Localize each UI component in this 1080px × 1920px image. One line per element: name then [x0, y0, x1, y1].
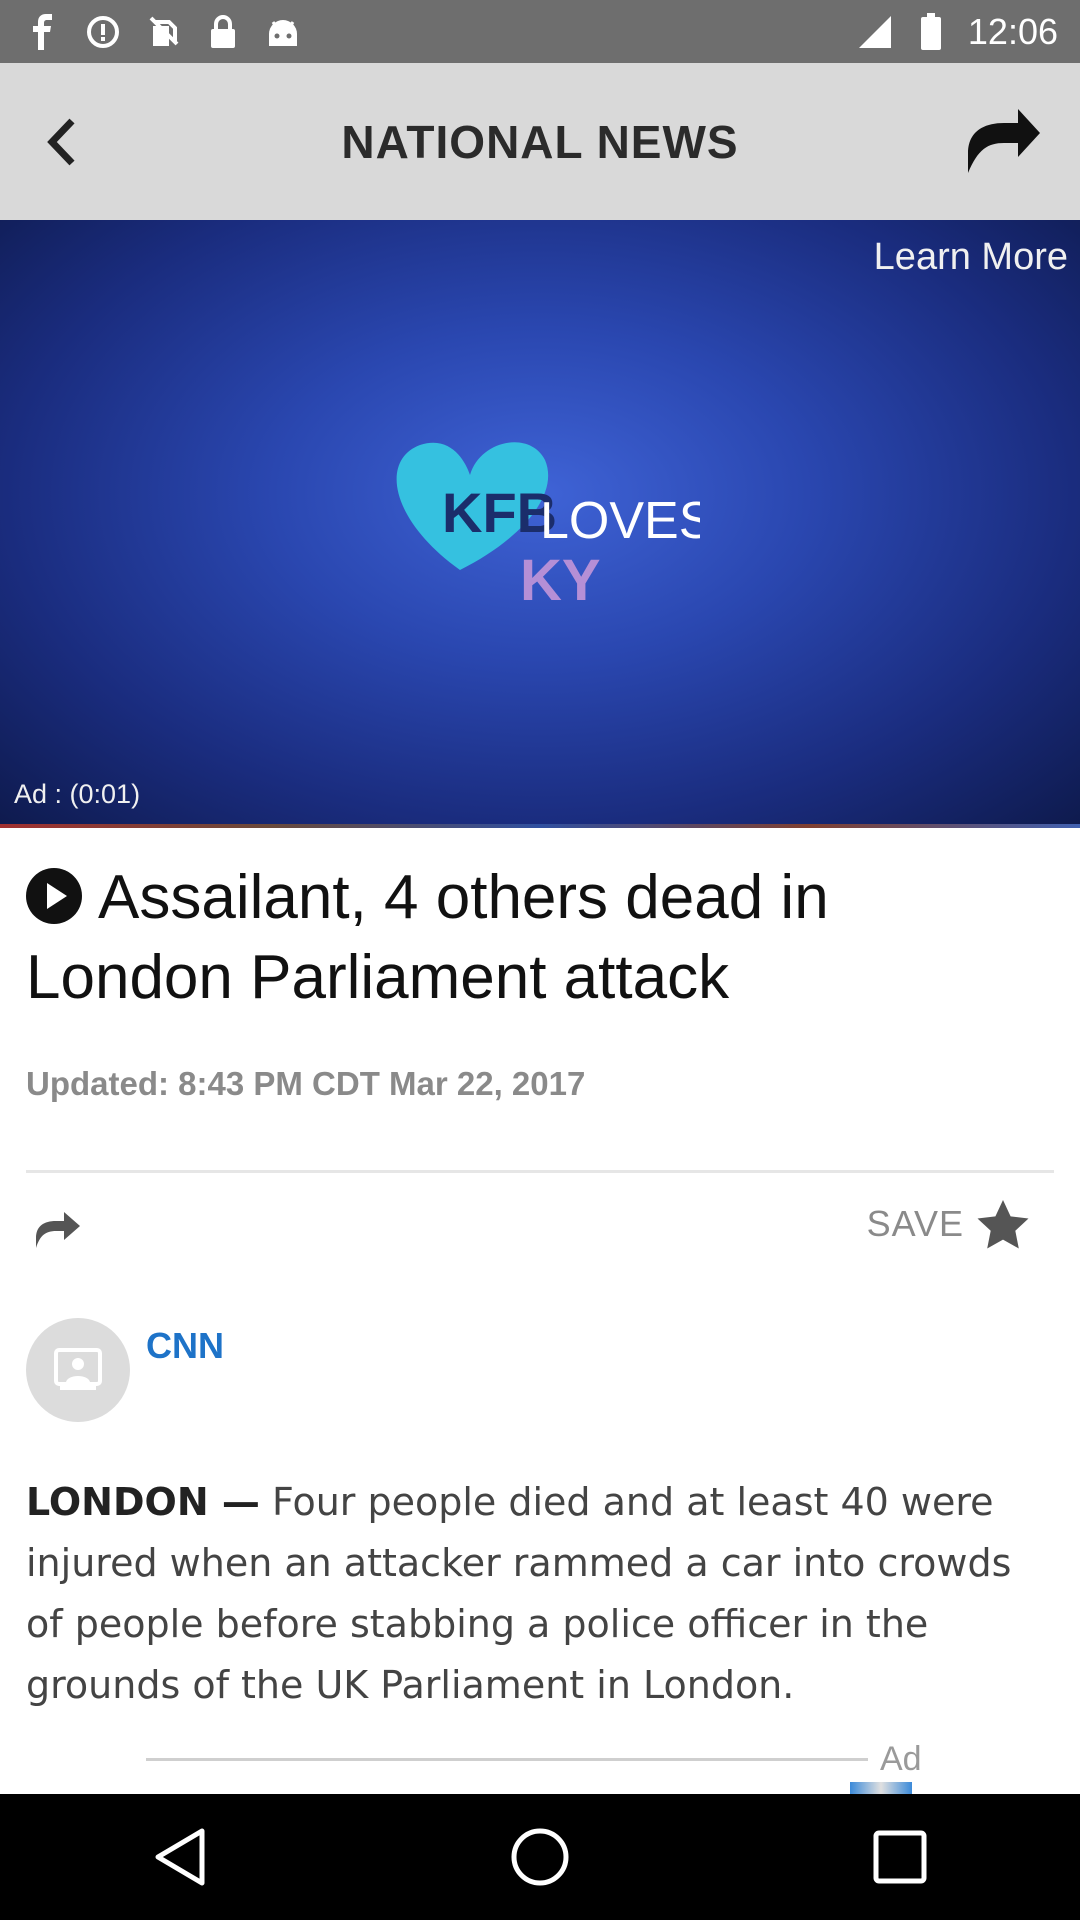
ad-divider	[146, 1758, 868, 1761]
play-icon[interactable]	[26, 868, 82, 924]
data-saver-icon	[84, 13, 122, 51]
ad-banner-peek[interactable]	[850, 1782, 912, 1794]
portrait-placeholder-icon	[54, 1348, 102, 1390]
android-icon	[264, 13, 302, 51]
ad-timer: Ad : (0:01)	[14, 779, 141, 809]
updated-timestamp: Updated: 8:43 PM CDT Mar 22, 2017	[26, 1065, 586, 1102]
divider	[26, 1170, 1054, 1173]
no-sim-icon	[144, 13, 182, 51]
video-ad-player[interactable]: Learn More KFB LOVES KY Ad : (0:01)	[0, 220, 1080, 828]
system-nav-bar	[0, 1794, 1080, 1920]
lock-icon	[204, 13, 242, 51]
battery-icon	[912, 12, 950, 51]
dateline: LONDON —	[26, 1480, 260, 1524]
status-right: 12:06	[856, 11, 1058, 53]
avatar	[26, 1318, 130, 1422]
kfb-loves-ky-logo: KFB LOVES KY	[396, 442, 700, 613]
status-bar: 12:06	[0, 0, 1080, 63]
share-icon[interactable]	[34, 1210, 82, 1250]
recents-nav-icon[interactable]	[860, 1817, 940, 1897]
back-nav-icon[interactable]	[140, 1817, 220, 1897]
save-button[interactable]: SAVE	[867, 1198, 1030, 1250]
top-app-bar: NATIONAL NEWS	[0, 63, 1080, 220]
save-label: SAVE	[866, 1203, 964, 1244]
share-arrow-icon[interactable]	[962, 103, 1042, 178]
learn-more-link[interactable]: Learn More	[874, 236, 1068, 279]
clock: 12:06	[967, 10, 1058, 52]
page-title: NATIONAL NEWS	[341, 115, 739, 168]
chevron-left-icon[interactable]	[38, 113, 90, 171]
star-icon	[977, 1200, 1029, 1249]
article-headline: Assailant, 4 others dead in London Parli…	[26, 858, 1036, 1018]
headline-row: Assailant, 4 others dead in London Parli…	[26, 858, 1036, 1018]
logo-ky: KY	[520, 548, 601, 613]
headline-text: Assailant, 4 others dead in London Parli…	[26, 863, 829, 1012]
status-left-icons	[24, 13, 302, 51]
home-nav-icon[interactable]	[500, 1817, 580, 1897]
logo-loves: LOVES	[540, 492, 700, 550]
video-progress-strip	[0, 824, 1080, 828]
ad-label: Ad	[880, 1740, 922, 1778]
article-body: LONDON — Four people died and at least 4…	[26, 1472, 1046, 1716]
facebook-icon	[24, 13, 62, 51]
source-link[interactable]: CNN	[146, 1325, 224, 1367]
signal-icon	[856, 13, 894, 51]
